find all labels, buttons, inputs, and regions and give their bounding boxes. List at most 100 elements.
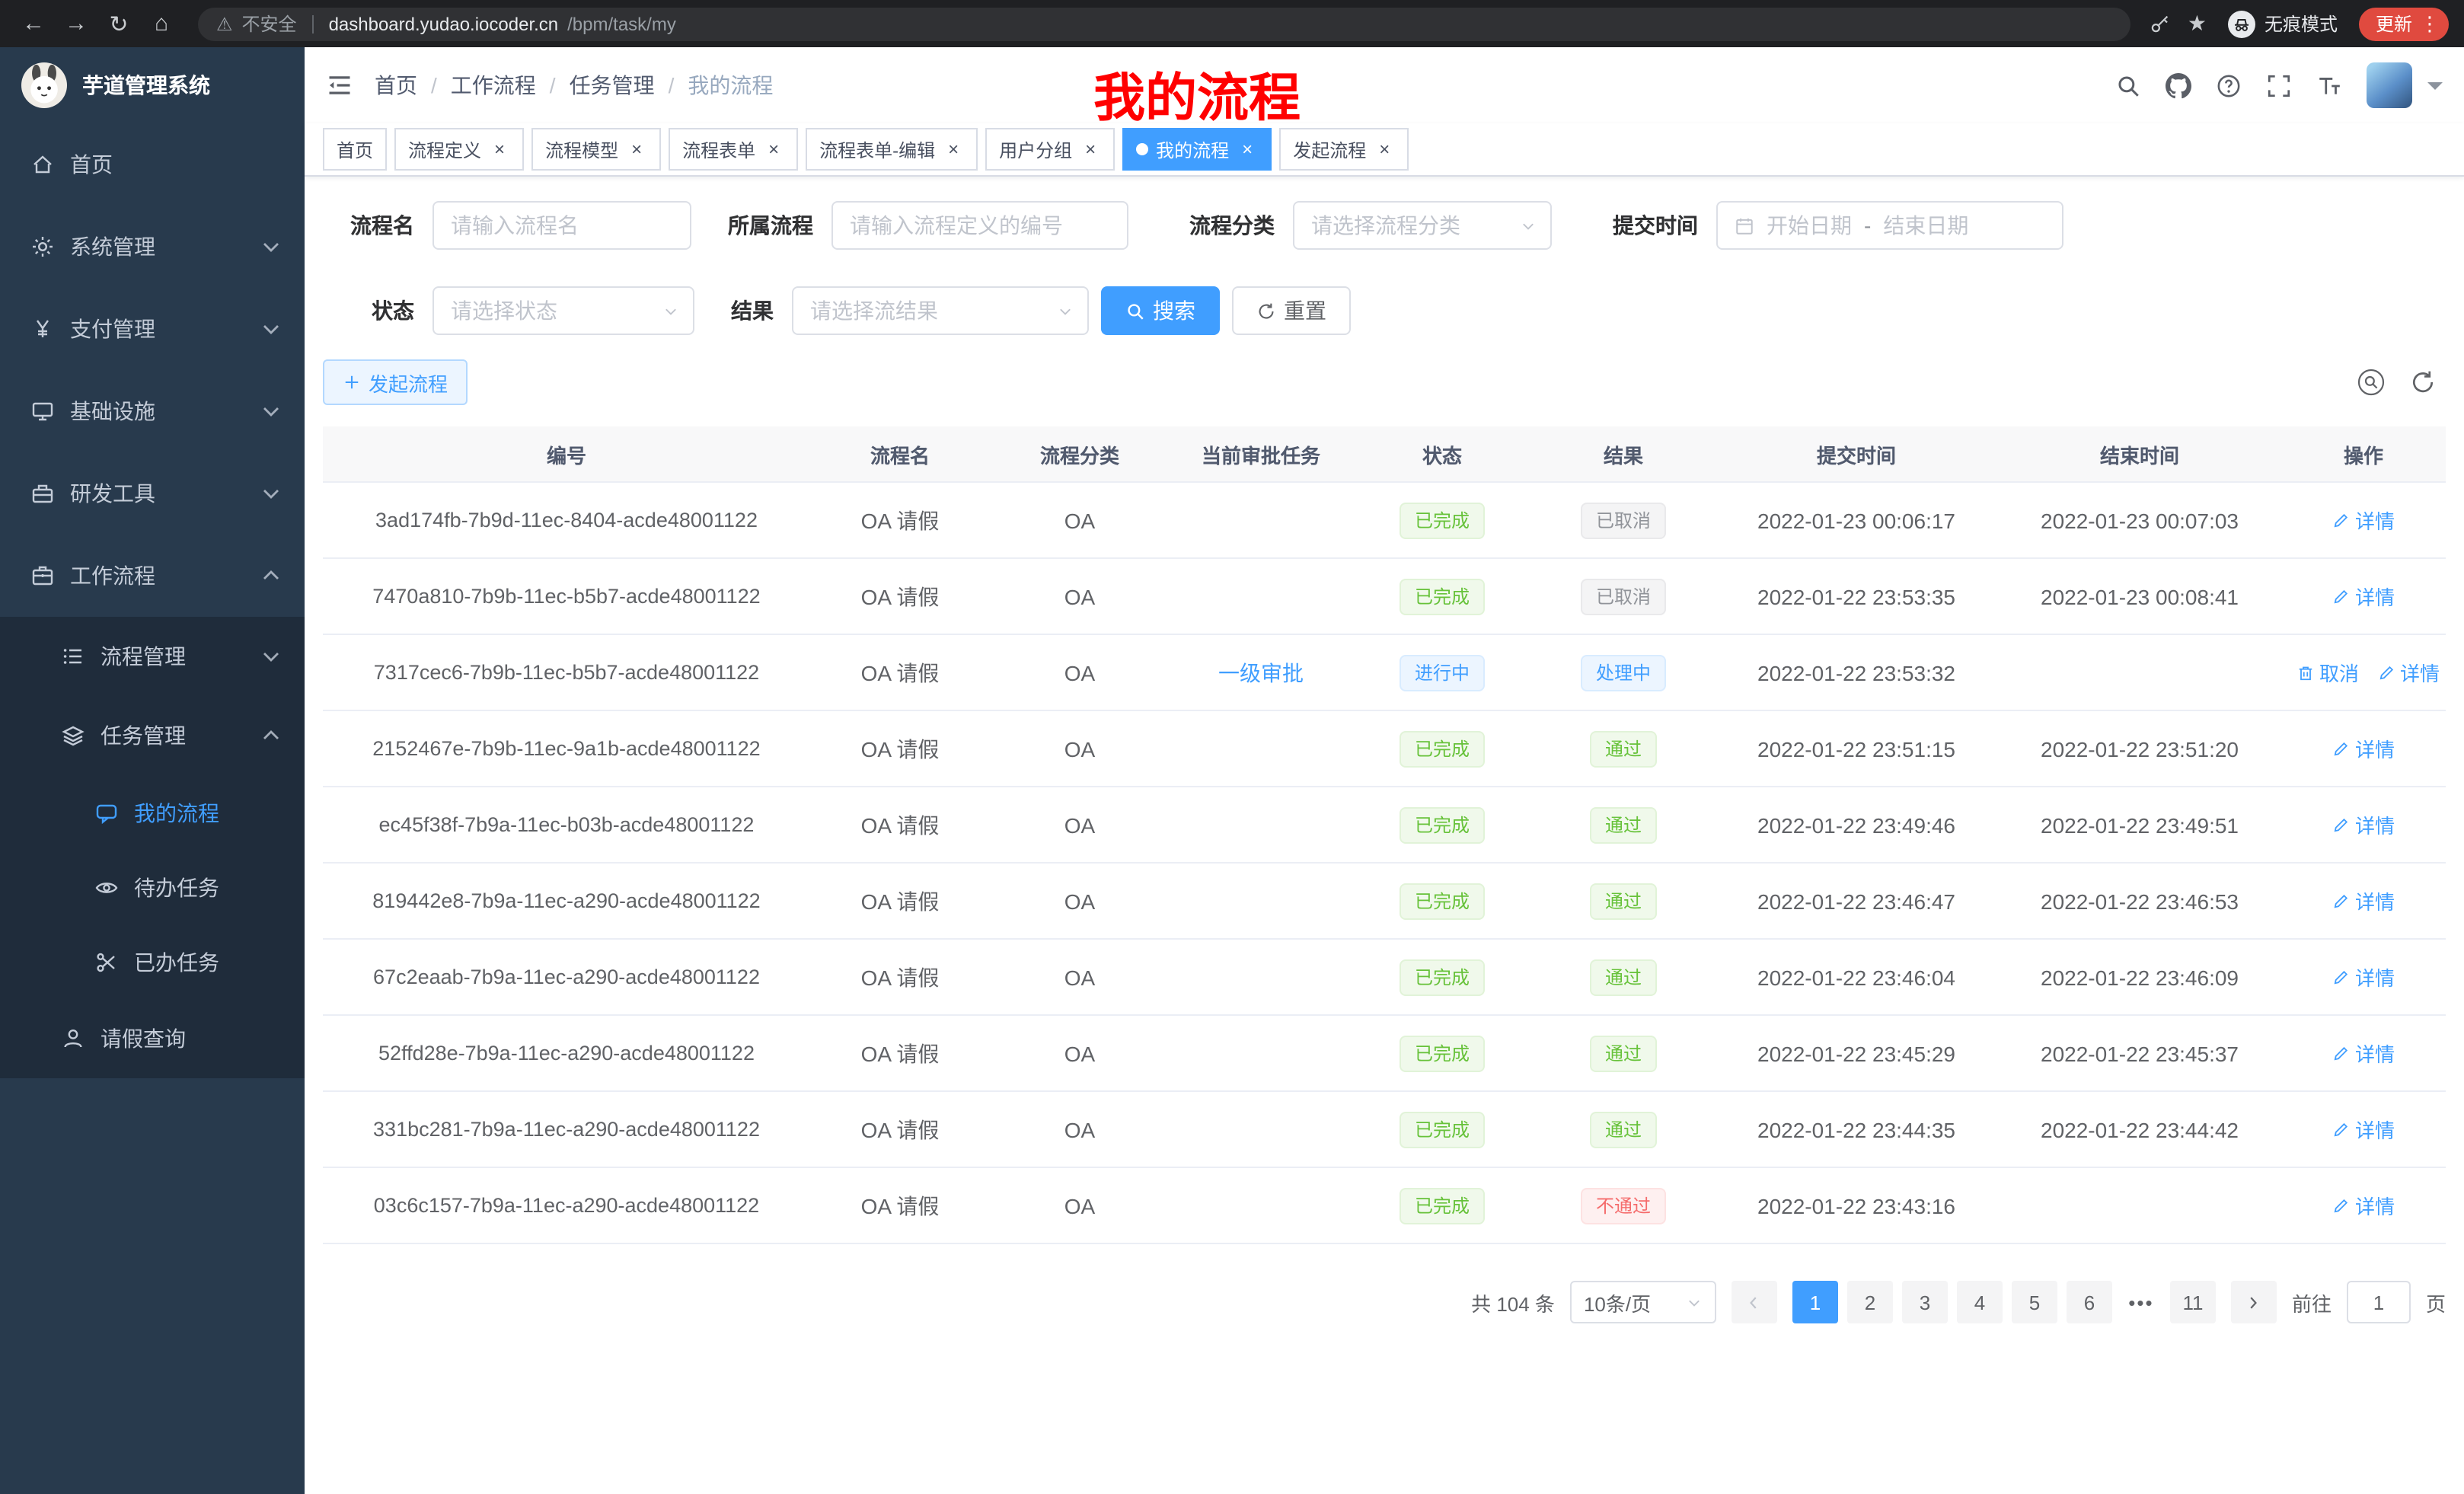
page-size-select[interactable]: 10条/页 <box>1570 1281 1716 1323</box>
table-row: ec45f38f-7b9a-11ec-b03b-acde48001122OA 请… <box>323 787 2446 863</box>
key-icon[interactable] <box>2150 12 2172 35</box>
sidebar-item-todo-tasks[interactable]: 待办任务 <box>0 850 305 924</box>
detail-button[interactable]: 详情 <box>2332 962 2395 991</box>
sidebar-item-my-process[interactable]: 我的流程 <box>0 775 305 850</box>
detail-button[interactable]: 详情 <box>2332 810 2395 839</box>
id-cell: 67c2eaab-7b9a-11ec-a290-acde48001122 <box>323 939 810 1015</box>
search-button[interactable]: 搜索 <box>1101 286 1220 335</box>
forward-icon[interactable]: → <box>58 11 94 37</box>
sidebar-item-task-management[interactable]: 任务管理 <box>0 696 305 775</box>
page-6-button[interactable]: 6 <box>2067 1281 2112 1323</box>
page-5-button[interactable]: 5 <box>2012 1281 2057 1323</box>
status-badge: 已完成 <box>1400 1111 1485 1148</box>
help-icon[interactable] <box>2216 72 2242 98</box>
page-4-button[interactable]: 4 <box>1957 1281 2003 1323</box>
close-icon[interactable]: × <box>626 139 647 160</box>
close-icon[interactable]: × <box>1237 139 1258 160</box>
chevron-down-icon[interactable] <box>2427 82 2443 97</box>
detail-button[interactable]: 详情 <box>2332 506 2395 535</box>
fullscreen-icon[interactable] <box>2266 72 2292 98</box>
detail-button[interactable]: 详情 <box>2332 1039 2395 1068</box>
submit-time-cell: 2022-01-22 23:53:32 <box>1715 634 1998 710</box>
reload-icon[interactable]: ↻ <box>101 10 137 37</box>
sidebar-item-infrastructure[interactable]: 基础设施 <box>0 370 305 452</box>
category-select[interactable]: 请选择流程分类 <box>1293 201 1552 250</box>
tab-start-process[interactable]: 发起流程× <box>1279 128 1409 171</box>
sidebar-item-system[interactable]: 系统管理 <box>0 206 305 288</box>
detail-button[interactable]: 详情 <box>2332 582 2395 611</box>
detail-button[interactable]: 详情 <box>2332 1191 2395 1220</box>
goto-page-input[interactable] <box>2347 1281 2411 1323</box>
result-cell: 处理中 <box>1532 634 1715 710</box>
page-3-button[interactable]: 3 <box>1902 1281 1948 1323</box>
submit-time-range[interactable]: 开始日期 - 结束日期 <box>1716 201 2063 250</box>
page-2-button[interactable]: 2 <box>1847 1281 1893 1323</box>
process-name-input[interactable] <box>432 201 691 250</box>
font-size-icon[interactable] <box>2316 72 2342 98</box>
menu-dots-icon[interactable]: ⋮ <box>2420 11 2440 36</box>
sidebar-item-devtools[interactable]: 研发工具 <box>0 452 305 535</box>
result-cell: 通过 <box>1532 939 1715 1015</box>
submit-time-cell: 2022-01-22 23:53:35 <box>1715 558 1998 634</box>
close-icon[interactable]: × <box>489 139 510 160</box>
process-def-input[interactable] <box>831 201 1128 250</box>
breadcrumb-item[interactable]: 任务管理 <box>570 70 655 101</box>
detail-button[interactable]: 详情 <box>2332 1115 2395 1144</box>
refresh-icon[interactable] <box>2409 369 2437 396</box>
close-icon[interactable]: × <box>943 139 964 160</box>
detail-button[interactable]: 详情 <box>2377 658 2440 687</box>
sidebar-item-workflow[interactable]: 工作流程 <box>0 535 305 617</box>
bookmark-star-icon[interactable]: ★ <box>2188 11 2207 37</box>
back-icon[interactable]: ← <box>15 11 52 37</box>
page-11-button[interactable]: 11 <box>2170 1281 2216 1323</box>
tab-home[interactable]: 首页 <box>323 128 387 171</box>
sidebar-item-leave-query[interactable]: 请假查询 <box>0 999 305 1078</box>
tab-process-form[interactable]: 流程表单× <box>669 128 798 171</box>
tab-process-model[interactable]: 流程模型 × <box>531 128 661 171</box>
tab-process-definition[interactable]: 流程定义× <box>394 128 524 171</box>
process-name-cell: OA 请假 <box>810 634 990 710</box>
status-select[interactable]: 请选择状态 <box>432 286 694 335</box>
sidebar-item-home[interactable]: 首页 <box>0 123 305 206</box>
github-icon[interactable] <box>2166 72 2191 98</box>
result-badge: 通过 <box>1590 1111 1657 1148</box>
hamburger-icon[interactable] <box>305 72 375 99</box>
end-date-placeholder: 结束日期 <box>1883 210 1968 241</box>
address-bar[interactable]: ⚠ 不安全 dashboard.yudao.iocoder.cn/bpm/tas… <box>198 7 2131 40</box>
tab-user-group[interactable]: 用户分组× <box>985 128 1115 171</box>
home-icon[interactable]: ⌂ <box>143 11 180 37</box>
close-icon[interactable]: × <box>763 139 784 160</box>
detail-button[interactable]: 详情 <box>2332 734 2395 763</box>
current-task-link[interactable]: 一级审批 <box>1218 660 1304 685</box>
category-cell: OA <box>990 710 1170 787</box>
sidebar-item-process-management[interactable]: 流程管理 <box>0 617 305 696</box>
tab-label: 流程模型 <box>545 136 618 162</box>
tab-my-process[interactable]: 我的流程× <box>1122 128 1272 171</box>
start-process-button[interactable]: 发起流程 <box>323 359 468 405</box>
pages-ellipsis-icon[interactable]: ••• <box>2121 1291 2161 1314</box>
sidebar-menu: 首页系统管理支付管理基础设施研发工具工作流程流程管理任务管理我的流程待办任务已办… <box>0 123 305 1078</box>
tab-process-form-edit[interactable]: 流程表单-编辑× <box>806 128 978 171</box>
breadcrumb-item[interactable]: 工作流程 <box>451 70 536 101</box>
breadcrumb-item[interactable]: 首页 <box>375 70 417 101</box>
search-toggle-icon[interactable] <box>2357 369 2385 396</box>
search-icon[interactable] <box>2115 72 2141 98</box>
chevron-down-icon <box>1686 1294 1703 1310</box>
close-icon[interactable]: × <box>1374 139 1395 160</box>
prev-page-button[interactable] <box>1732 1281 1777 1323</box>
sidebar-item-payment[interactable]: 支付管理 <box>0 288 305 370</box>
sidebar-item-done-tasks[interactable]: 已办任务 <box>0 924 305 999</box>
detail-button[interactable]: 详情 <box>2332 886 2395 915</box>
result-select[interactable]: 请选择流结果 <box>792 286 1089 335</box>
table-row: 52ffd28e-7b9a-11ec-a290-acde48001122OA 请… <box>323 1015 2446 1091</box>
next-page-button[interactable] <box>2231 1281 2277 1323</box>
reset-button[interactable]: 重置 <box>1232 286 1351 335</box>
status-cell: 进行中 <box>1352 634 1532 710</box>
process-name-cell: OA 请假 <box>810 558 990 634</box>
avatar[interactable] <box>2367 62 2412 108</box>
cancel-button[interactable]: 取消 <box>2296 658 2359 687</box>
filter-submit-time: 提交时间 开始日期 - 结束日期 <box>1588 201 2063 250</box>
update-button[interactable]: 更新 ⋮ <box>2359 7 2449 40</box>
page-1-button[interactable]: 1 <box>1792 1281 1838 1323</box>
close-icon[interactable]: × <box>1080 139 1101 160</box>
